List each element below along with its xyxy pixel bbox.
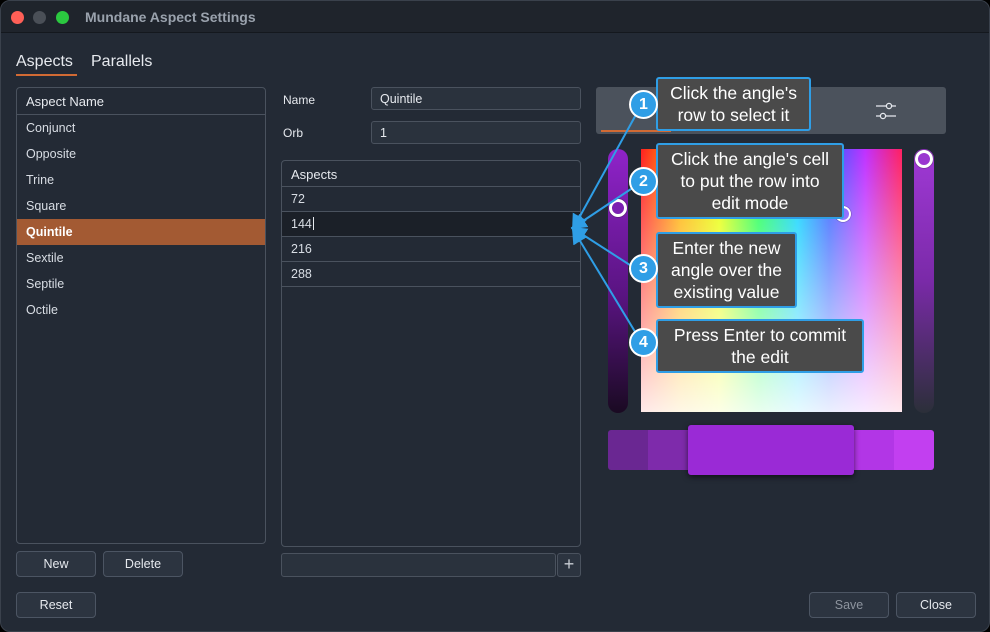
alpha-slider[interactable] [608, 149, 628, 413]
step-badge-4: 4 [629, 328, 658, 357]
settings-window: Mundane Aspect Settings Aspects Parallel… [0, 0, 990, 632]
table-row[interactable]: 216 [282, 237, 580, 262]
maximize-window-button[interactable] [56, 11, 69, 24]
window-title: Mundane Aspect Settings [85, 9, 256, 25]
aspect-angle-table[interactable]: Aspects 72 144 216 288 [281, 160, 581, 547]
table-row-editing[interactable]: 144 [282, 212, 580, 237]
step-badge-1: 1 [629, 90, 658, 119]
new-button[interactable]: New [16, 551, 96, 577]
list-item[interactable]: Sextile [17, 245, 265, 271]
list-item[interactable]: Square [17, 193, 265, 219]
active-tab-indicator [16, 74, 77, 76]
orb-label: Orb [283, 126, 304, 140]
hue-slider-handle[interactable] [915, 150, 933, 168]
step-badge-2: 2 [629, 167, 658, 196]
list-item-selected[interactable]: Quintile [17, 219, 265, 245]
selected-color-swatch [688, 425, 854, 475]
title-bar: Mundane Aspect Settings [1, 1, 989, 33]
list-item[interactable]: Conjunct [17, 115, 265, 141]
swatch[interactable] [608, 430, 648, 470]
close-window-button[interactable] [11, 11, 24, 24]
step-badge-3: 3 [629, 254, 658, 283]
tab-parallels[interactable]: Parallels [91, 53, 152, 71]
text-caret [312, 217, 314, 230]
callout-2: Click the angle's cell to put the row in… [656, 143, 844, 219]
alpha-slider-handle[interactable] [609, 199, 627, 217]
list-item[interactable]: Opposite [17, 141, 265, 167]
new-angle-input[interactable] [281, 553, 556, 577]
save-button[interactable]: Save [809, 592, 889, 618]
list-item[interactable]: Trine [17, 167, 265, 193]
minimize-window-button[interactable] [33, 11, 46, 24]
name-label: Name [283, 93, 316, 107]
callout-1: Click the angle's row to select it [656, 77, 811, 131]
aspect-name-list[interactable]: Aspect Name Conjunct Opposite Trine Squa… [16, 87, 266, 544]
delete-button[interactable]: Delete [103, 551, 183, 577]
callout-4: Press Enter to commit the edit [656, 319, 864, 373]
aspect-list-header: Aspect Name [17, 88, 265, 115]
callout-3: Enter the new angle over the existing va… [656, 232, 797, 308]
angle-table-header: Aspects [282, 161, 580, 187]
swatch[interactable] [854, 430, 894, 470]
name-field[interactable]: Quintile [371, 87, 581, 110]
orb-field[interactable]: 1 [371, 121, 581, 144]
list-item[interactable]: Septile [17, 271, 265, 297]
table-row[interactable]: 288 [282, 262, 580, 287]
table-row[interactable]: 72 [282, 187, 580, 212]
close-button[interactable]: Close [896, 592, 976, 618]
swatch[interactable] [648, 430, 688, 470]
hue-slider[interactable] [914, 149, 934, 413]
add-angle-button[interactable]: + [557, 553, 581, 577]
angle-cell-editor[interactable]: 144 [291, 217, 312, 231]
sliders-icon[interactable] [875, 101, 897, 121]
swatch[interactable] [894, 430, 934, 470]
list-item[interactable]: Octile [17, 297, 265, 323]
tab-aspects[interactable]: Aspects [16, 53, 73, 71]
reset-button[interactable]: Reset [16, 592, 96, 618]
